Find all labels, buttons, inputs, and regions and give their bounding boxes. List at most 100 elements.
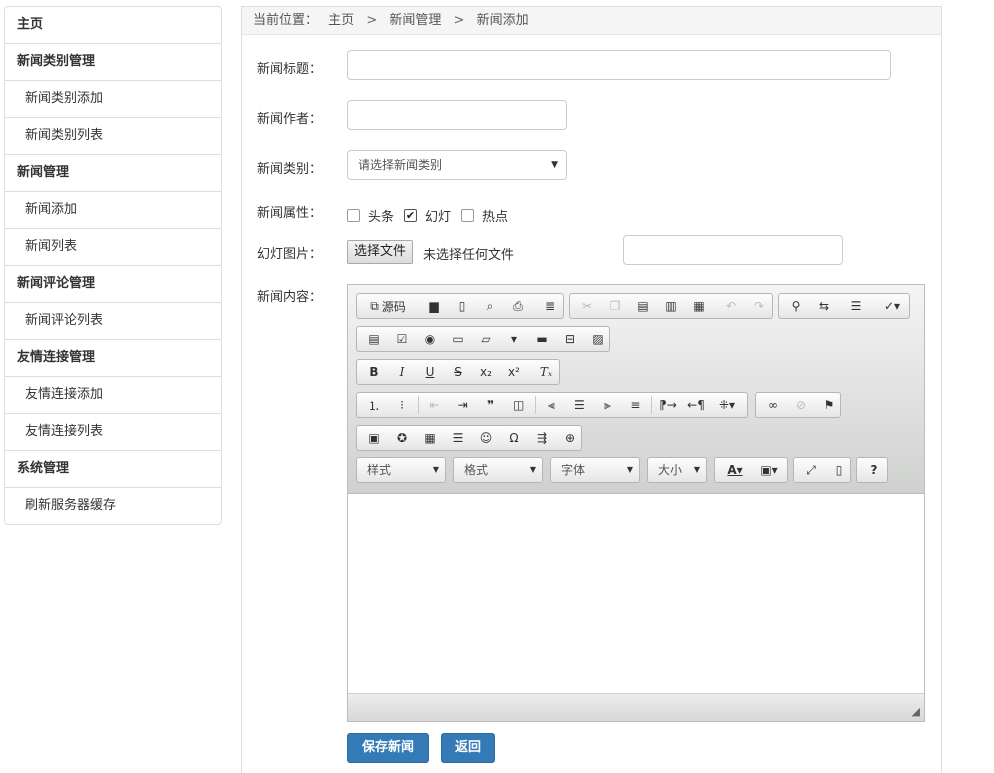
templates-icon[interactable]: ≣ xyxy=(539,296,561,316)
undo-icon[interactable]: ↶ xyxy=(720,296,742,316)
form-icon[interactable]: ▤ xyxy=(363,329,385,349)
sidebar-item-news-list[interactable]: 新闻列表 xyxy=(5,229,221,266)
superscript-icon[interactable]: x² xyxy=(503,362,525,382)
align-center-icon[interactable]: ☰ xyxy=(568,395,590,415)
cut-icon[interactable]: ✂ xyxy=(576,296,598,316)
find-icon[interactable]: ⚲ xyxy=(785,296,807,316)
format-combo[interactable]: 格式 ▼ xyxy=(453,457,543,483)
size-combo[interactable]: 大小 ▼ xyxy=(647,457,707,483)
bulleted-list-icon[interactable]: ⁝ xyxy=(391,395,413,415)
iframe-globe-icon[interactable]: ⊕ xyxy=(559,428,581,448)
div-container-icon[interactable]: ◫ xyxy=(508,395,530,415)
unlink-icon[interactable]: ⊘ xyxy=(790,395,812,415)
hot-checkbox-label: 热点 xyxy=(482,210,509,225)
breadcrumb-separator: > xyxy=(453,13,465,28)
sidebar-item-link-add[interactable]: 友情连接添加 xyxy=(5,377,221,414)
select-all-icon[interactable]: ☰ xyxy=(845,296,867,316)
select-field-icon[interactable]: ▾ xyxy=(503,329,525,349)
sidebar-item-refresh-cache[interactable]: 刷新服务器缓存 xyxy=(5,488,221,524)
paste-icon[interactable]: ▤ xyxy=(632,296,654,316)
back-button[interactable]: 返回 xyxy=(441,733,495,763)
ltr-icon[interactable]: ⁋→ xyxy=(657,395,679,415)
blockquote-icon[interactable]: ❞ xyxy=(480,395,502,415)
format-combo-label: 格式 xyxy=(464,463,489,477)
show-blocks-icon[interactable]: ▯ xyxy=(828,460,850,480)
rtl-icon[interactable]: ←¶ xyxy=(685,395,707,415)
headline-checkbox[interactable] xyxy=(347,209,360,222)
breadcrumb-prefix: 当前位置： xyxy=(253,13,319,28)
redo-icon[interactable]: ↷ xyxy=(748,296,770,316)
underline-icon[interactable]: U xyxy=(419,362,441,382)
sidebar-item-link-list[interactable]: 友情连接列表 xyxy=(5,414,221,451)
flash-icon[interactable]: ✪ xyxy=(391,428,413,448)
sidebar-item-link-management[interactable]: 友情连接管理 xyxy=(5,340,221,377)
resize-handle-icon[interactable]: ◢ xyxy=(912,705,920,718)
save-icon[interactable]: ▆ xyxy=(423,296,445,316)
anchor-flag-icon[interactable]: ⚑ xyxy=(818,395,840,415)
button-icon[interactable]: ▬ xyxy=(531,329,553,349)
remove-format-icon[interactable]: Tₓ xyxy=(535,362,557,382)
italic-icon[interactable]: I xyxy=(391,362,413,382)
hidden-field-icon[interactable]: ▨ xyxy=(587,329,609,349)
bold-icon[interactable]: B xyxy=(363,362,385,382)
copy-icon[interactable]: ❐ xyxy=(604,296,626,316)
special-char-icon[interactable]: Ω xyxy=(503,428,525,448)
link-icon[interactable]: ∞ xyxy=(762,395,784,415)
subscript-icon[interactable]: x₂ xyxy=(475,362,497,382)
font-combo[interactable]: 字体 ▼ xyxy=(550,457,640,483)
sidebar-item-news-category-list[interactable]: 新闻类别列表 xyxy=(5,118,221,155)
print-icon[interactable]: ⎙ xyxy=(507,296,529,316)
justify-icon[interactable]: ≡ xyxy=(624,395,646,415)
outdent-icon[interactable]: ⇤ xyxy=(424,395,446,415)
maximize-icon[interactable]: ⤢ xyxy=(800,460,822,480)
background-color-icon[interactable]: ▣▾ xyxy=(755,460,783,480)
numbered-list-icon[interactable]: ⒈ xyxy=(363,395,385,415)
hot-checkbox[interactable] xyxy=(461,209,475,222)
smiley-icon[interactable]: ☺ xyxy=(475,428,497,448)
new-page-icon[interactable]: ▯ xyxy=(451,296,473,316)
spellcheck-icon[interactable]: ✓▾ xyxy=(877,296,907,316)
breadcrumb-home-link[interactable]: 主页 xyxy=(328,13,354,28)
preview-icon[interactable]: ⌕ xyxy=(479,296,501,316)
align-right-icon[interactable]: ⫸ xyxy=(596,395,618,415)
toolbar-group-colors: A▾ ▣▾ xyxy=(714,457,788,483)
sidebar-item-comment-list[interactable]: 新闻评论列表 xyxy=(5,303,221,340)
news-category-select[interactable]: 请选择新闻类别 ▼ xyxy=(347,150,567,180)
news-author-input[interactable] xyxy=(347,100,567,130)
radio-icon[interactable]: ◉ xyxy=(419,329,441,349)
save-news-button[interactable]: 保存新闻 xyxy=(347,733,429,763)
source-button[interactable]: ⧉ 源码 xyxy=(363,296,413,316)
horizontal-rule-icon[interactable]: ☰ xyxy=(447,428,469,448)
slideshow-checkbox[interactable]: ✔ xyxy=(404,209,418,222)
language-icon[interactable]: ⁜▾ xyxy=(713,395,741,415)
replace-icon[interactable]: ⇆ xyxy=(813,296,835,316)
sidebar-item-comment-management[interactable]: 新闻评论管理 xyxy=(5,266,221,303)
paste-word-icon[interactable]: ▦ xyxy=(688,296,710,316)
image-icon[interactable]: ▣ xyxy=(363,428,385,448)
sidebar-item-news-add[interactable]: 新闻添加 xyxy=(5,192,221,229)
indent-icon[interactable]: ⇥ xyxy=(452,395,474,415)
breadcrumb-section-link[interactable]: 新闻管理 xyxy=(389,13,441,28)
sidebar-item-system-management[interactable]: 系统管理 xyxy=(5,451,221,488)
text-color-icon[interactable]: A▾ xyxy=(721,460,749,480)
checkbox-icon[interactable]: ☑ xyxy=(391,329,413,349)
editor-content-area[interactable] xyxy=(348,494,924,694)
sidebar-item-news-category-add[interactable]: 新闻类别添加 xyxy=(5,81,221,118)
choose-file-button[interactable]: 选择文件 xyxy=(347,240,414,264)
table-icon[interactable]: ▦ xyxy=(419,428,441,448)
sidebar-item-home[interactable]: 主页 xyxy=(5,7,221,44)
strikethrough-icon[interactable]: S xyxy=(447,362,469,382)
page-break-icon[interactable]: ⇶ xyxy=(531,428,553,448)
help-icon[interactable]: ? xyxy=(863,460,885,480)
sidebar-item-news-management[interactable]: 新闻管理 xyxy=(5,155,221,192)
image-button-icon[interactable]: ⊟ xyxy=(559,329,581,349)
news-author-label: 新闻作者： xyxy=(257,112,323,127)
sidebar-item-news-category-management[interactable]: 新闻类别管理 xyxy=(5,44,221,81)
paste-text-icon[interactable]: ▥ xyxy=(660,296,682,316)
news-title-input[interactable] xyxy=(347,50,891,80)
text-field-icon[interactable]: ▭ xyxy=(447,329,469,349)
textarea-icon[interactable]: ▱ xyxy=(475,329,497,349)
style-combo[interactable]: 样式 ▼ xyxy=(356,457,446,483)
align-left-icon[interactable]: ⫷ xyxy=(540,395,562,415)
slide-image-input[interactable] xyxy=(623,235,843,265)
